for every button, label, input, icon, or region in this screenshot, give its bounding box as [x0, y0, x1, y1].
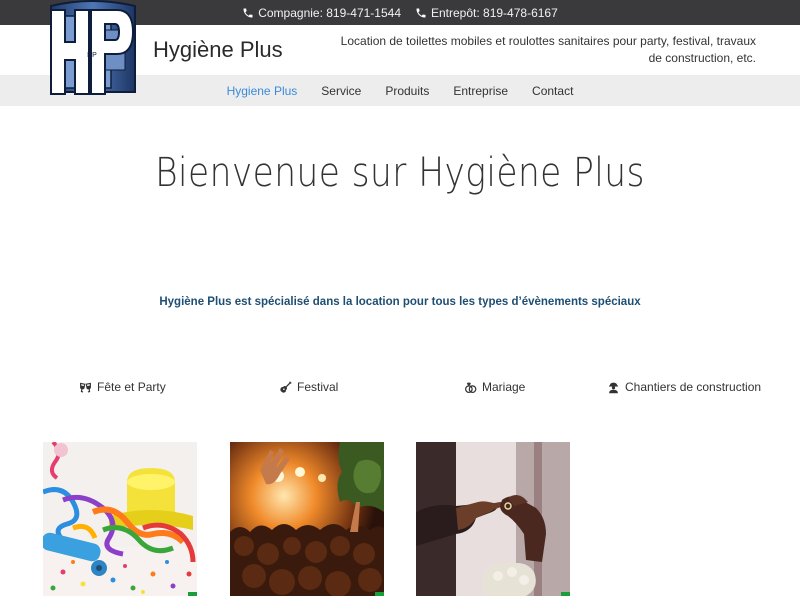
category-label: Fête et Party: [97, 380, 166, 394]
site-title[interactable]: Hygiène Plus: [153, 37, 283, 63]
party-photo-icon: [43, 442, 197, 596]
intro-text: Hygiène Plus est spécialisé dans la loca…: [159, 296, 641, 308]
category-list: Fête et Party Festival Mariage Chantiers…: [0, 380, 800, 398]
category-label: Chantiers de construction: [625, 380, 762, 394]
phone-icon: [416, 8, 426, 17]
construction-worker-icon: [609, 382, 618, 393]
glasses-cheers-icon: [80, 382, 91, 392]
category-fete-party[interactable]: Fête et Party: [79, 380, 166, 394]
category-mariage[interactable]: Mariage: [464, 380, 525, 394]
portable-toilet-logo-icon: HP: [50, 0, 136, 95]
tagline: Location de toilettes mobiles et roulott…: [340, 34, 756, 65]
nav-item-service[interactable]: Service: [321, 84, 361, 98]
nav-item-entreprise[interactable]: Entreprise: [453, 84, 508, 98]
category-festival[interactable]: Festival: [279, 380, 338, 394]
site-logo[interactable]: HP: [45, 0, 139, 98]
party-image[interactable]: [43, 442, 197, 596]
nav-item-produits[interactable]: Produits: [385, 84, 429, 98]
logo-text: HP: [87, 52, 97, 59]
nav-item-hygiene-plus[interactable]: Hygiene Plus: [227, 84, 298, 98]
company-phone[interactable]: Compagnie: 819-471-1544: [242, 6, 401, 20]
category-label: Festival: [297, 380, 339, 394]
wedding-image[interactable]: [416, 442, 570, 596]
phone-icon: [243, 8, 253, 17]
category-label: Mariage: [482, 380, 526, 394]
nav-item-contact[interactable]: Contact: [532, 84, 573, 98]
guitar-icon: [280, 380, 292, 393]
category-chantiers[interactable]: Chantiers de construction: [607, 380, 761, 394]
warehouse-phone[interactable]: Entrepôt: 819-478-6167: [415, 6, 558, 20]
page-title: Bienvenue sur Hygiène Plus: [155, 150, 645, 196]
rings-icon: [465, 382, 477, 393]
wedding-photo-icon: [416, 442, 570, 596]
warehouse-phone-text: Entrepôt: 819-478-6167: [431, 5, 558, 20]
festival-image[interactable]: [230, 442, 384, 596]
company-phone-text: Compagnie: 819-471-1544: [258, 5, 401, 20]
festival-photo-icon: [230, 442, 384, 596]
